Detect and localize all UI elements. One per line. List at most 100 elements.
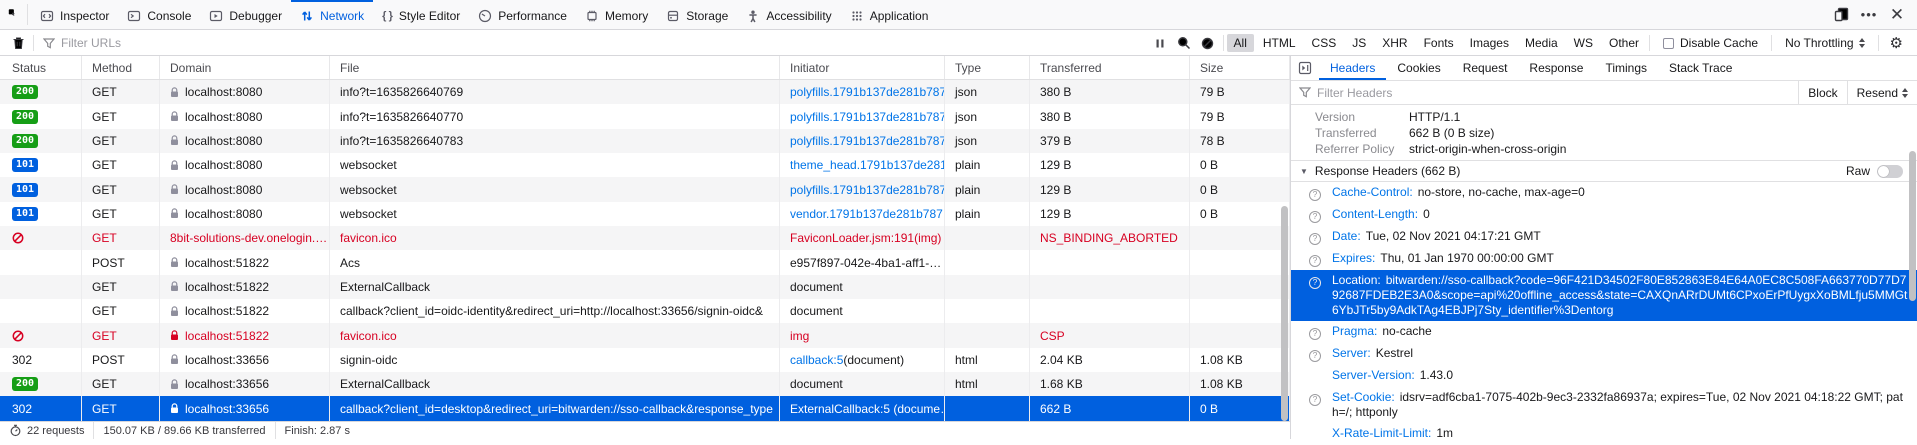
type-text: json bbox=[955, 110, 977, 124]
request-row[interactable]: 101 GET localhost:8080 websocket theme_h… bbox=[0, 153, 1290, 177]
type-text: html bbox=[955, 353, 978, 367]
disable-cache-control[interactable]: Disable Cache bbox=[1653, 36, 1768, 50]
header-row[interactable]: ? Server:Kestrel bbox=[1291, 343, 1917, 365]
header-row[interactable]: ? X-Rate-Limit-Limit:1m bbox=[1291, 423, 1917, 445]
header-row[interactable]: ? Cache-Control:no-store, no-cache, max-… bbox=[1291, 182, 1917, 204]
tab-inspector[interactable]: Inspector bbox=[31, 0, 118, 29]
request-row[interactable]: 101 GET localhost:8080 websocket polyfil… bbox=[0, 177, 1290, 201]
network-settings-gear-icon[interactable]: ⚙ bbox=[1882, 34, 1911, 52]
type-filter-pill[interactable]: CSS bbox=[1305, 34, 1344, 52]
response-headers-list: ? Cache-Control:no-store, no-cache, max-… bbox=[1291, 182, 1917, 445]
file-text: favicon.ico bbox=[340, 231, 397, 245]
tab-network[interactable]: Network bbox=[291, 0, 373, 29]
file-text: info?t=1635826640769 bbox=[340, 85, 463, 99]
tab-accessibility[interactable]: Accessibility bbox=[737, 0, 840, 29]
menu-icon[interactable]: ••• bbox=[1857, 3, 1881, 27]
request-row[interactable]: GET localhost:51822 callback?client_id=o… bbox=[0, 299, 1290, 323]
header-row[interactable]: ? Location:bitwarden://sso-callback?code… bbox=[1291, 270, 1917, 321]
column-header-file[interactable]: File bbox=[330, 56, 780, 79]
clear-requests-icon[interactable] bbox=[6, 31, 30, 55]
help-icon[interactable]: ? bbox=[1309, 211, 1321, 223]
type-filter-pill[interactable]: HTML bbox=[1256, 34, 1303, 52]
dock-mode-icon[interactable] bbox=[1829, 3, 1853, 27]
resend-button[interactable]: Resend bbox=[1847, 81, 1917, 104]
request-row[interactable]: GET localhost:51822 favicon.ico img CSP bbox=[0, 323, 1290, 347]
block-button[interactable]: Block bbox=[1798, 81, 1846, 104]
type-filter-pill[interactable]: Images bbox=[1463, 34, 1516, 52]
request-row[interactable]: 302 GET localhost:33656 callback?client_… bbox=[0, 396, 1290, 420]
block-request-icon[interactable] bbox=[1196, 31, 1220, 55]
request-row[interactable]: GET 8bit-solutions-dev.onelogin.… favico… bbox=[0, 226, 1290, 250]
request-row[interactable]: 200 GET localhost:8080 info?t=1635826640… bbox=[0, 129, 1290, 153]
performance-icon bbox=[478, 9, 492, 23]
type-filter-pill[interactable]: Fonts bbox=[1417, 34, 1461, 52]
tab-storage[interactable]: Storage bbox=[657, 0, 737, 29]
header-row[interactable]: ? Pragma:no-cache bbox=[1291, 321, 1917, 343]
details-tab[interactable]: Cookies bbox=[1386, 56, 1451, 80]
type-filter-pill[interactable]: Other bbox=[1602, 34, 1646, 52]
network-icon bbox=[300, 9, 314, 23]
raw-toggle[interactable] bbox=[1877, 165, 1903, 178]
request-row[interactable]: GET localhost:51822 ExternalCallback doc… bbox=[0, 275, 1290, 299]
tab-application[interactable]: Application bbox=[841, 0, 938, 29]
header-row[interactable]: ? Server-Version:1.43.0 bbox=[1291, 365, 1917, 387]
pick-element-icon[interactable] bbox=[0, 0, 24, 24]
help-icon[interactable]: ? bbox=[1309, 233, 1321, 245]
pause-traffic-icon[interactable] bbox=[1148, 31, 1172, 55]
file-text: ExternalCallback bbox=[340, 280, 430, 294]
header-row[interactable]: ? Expires:Thu, 01 Jan 1970 00:00:00 GMT bbox=[1291, 248, 1917, 270]
request-row[interactable]: 200 GET localhost:8080 info?t=1635826640… bbox=[0, 80, 1290, 104]
header-row[interactable]: ? Content-Length:0 bbox=[1291, 204, 1917, 226]
request-row[interactable]: 200 GET localhost:8080 info?t=1635826640… bbox=[0, 104, 1290, 128]
help-icon[interactable]: ? bbox=[1309, 350, 1321, 362]
column-header-method[interactable]: Method bbox=[82, 56, 160, 79]
tab-style-editor[interactable]: { } Style Editor bbox=[373, 0, 469, 29]
request-row[interactable]: 302 POST localhost:33656 signin-oidc cal… bbox=[0, 348, 1290, 372]
tab-console[interactable]: Console bbox=[118, 0, 200, 29]
filter-urls-input[interactable] bbox=[61, 36, 1148, 50]
domain-text: localhost:8080 bbox=[185, 158, 262, 172]
details-tab[interactable]: Request bbox=[1452, 56, 1519, 80]
column-header-domain[interactable]: Domain bbox=[160, 56, 330, 79]
details-tab[interactable]: Response bbox=[1518, 56, 1594, 80]
column-header-type[interactable]: Type bbox=[945, 56, 1030, 79]
type-filter-pill[interactable]: Media bbox=[1518, 34, 1565, 52]
throttling-select[interactable]: No Throttling bbox=[1775, 36, 1874, 50]
filter-headers-input[interactable] bbox=[1317, 86, 1798, 100]
help-icon[interactable]: ? bbox=[1309, 328, 1321, 340]
request-row[interactable]: 200 GET localhost:33656 ExternalCallback… bbox=[0, 372, 1290, 396]
lock-icon bbox=[170, 184, 179, 195]
column-header-status[interactable]: Status bbox=[0, 56, 82, 79]
help-icon[interactable]: ? bbox=[1309, 277, 1321, 289]
tab-debugger[interactable]: Debugger bbox=[200, 0, 291, 29]
help-icon[interactable]: ? bbox=[1309, 189, 1321, 201]
details-scrollbar[interactable] bbox=[1909, 151, 1916, 301]
search-icon[interactable] bbox=[1172, 31, 1196, 55]
column-header-initiator[interactable]: Initiator bbox=[780, 56, 945, 79]
help-icon[interactable]: ? bbox=[1309, 255, 1321, 267]
response-headers-section[interactable]: ▼ Response Headers (662 B) Raw bbox=[1291, 160, 1917, 182]
header-row[interactable]: ? Set-Cookie:idsrv=adf6cba1-7075-402b-9e… bbox=[1291, 387, 1917, 423]
type-filter-pill[interactable]: WS bbox=[1567, 34, 1600, 52]
details-tab[interactable]: Timings bbox=[1594, 56, 1658, 80]
disable-cache-checkbox[interactable] bbox=[1663, 38, 1674, 49]
type-filter-pill[interactable]: XHR bbox=[1375, 34, 1414, 52]
devtools-toolbar: Inspector Console Debugger Network { } S… bbox=[0, 0, 1917, 30]
help-icon[interactable]: ? bbox=[1309, 394, 1321, 406]
column-header-transferred[interactable]: Transferred bbox=[1030, 56, 1190, 79]
details-tab[interactable]: Stack Trace bbox=[1658, 56, 1743, 80]
request-row[interactable]: 101 GET localhost:8080 websocket vendor.… bbox=[0, 202, 1290, 226]
details-pane-toggle-icon[interactable] bbox=[1291, 56, 1319, 80]
lock-icon bbox=[170, 208, 179, 219]
column-header-size[interactable]: Size bbox=[1190, 56, 1290, 79]
close-icon[interactable]: ✕ bbox=[1885, 3, 1909, 27]
type-filter-pill[interactable]: JS bbox=[1345, 34, 1373, 52]
performance-analysis-icon[interactable] bbox=[9, 424, 22, 437]
request-list-scrollbar[interactable] bbox=[1281, 206, 1288, 421]
tab-memory[interactable]: Memory bbox=[576, 0, 657, 29]
details-tab[interactable]: Headers bbox=[1319, 56, 1386, 80]
request-row[interactable]: POST localhost:51822 Acs e957f897-042e-4… bbox=[0, 250, 1290, 274]
type-filter-pill[interactable]: All bbox=[1227, 34, 1254, 52]
header-row[interactable]: ? Date:Tue, 02 Nov 2021 04:17:21 GMT bbox=[1291, 226, 1917, 248]
tab-performance[interactable]: Performance bbox=[469, 0, 576, 29]
